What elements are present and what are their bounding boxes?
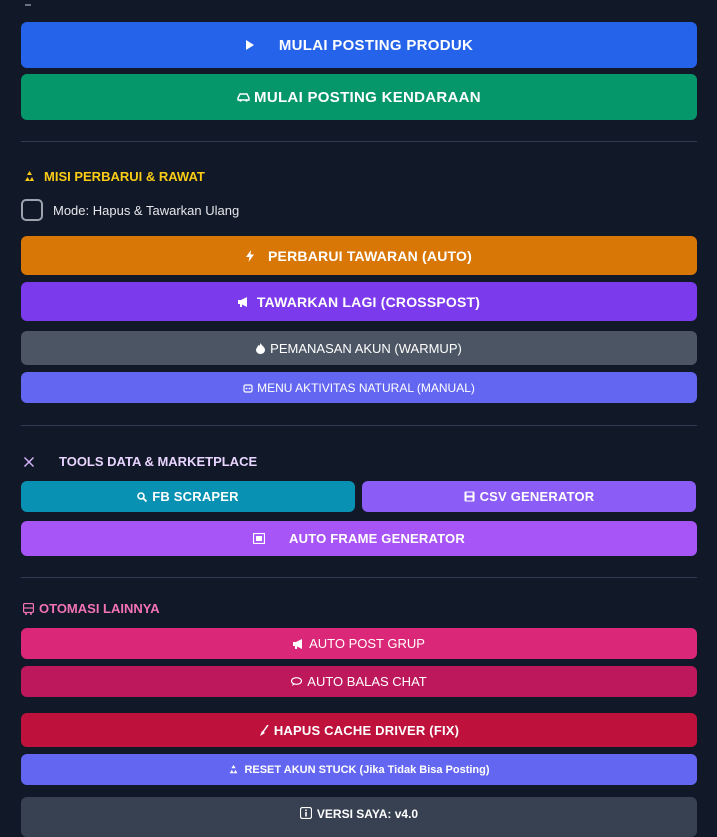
crosspost-label: TAWARKAN LAGI (CROSSPOST) (256, 293, 481, 310)
bus-icon (23, 602, 34, 615)
start-posting-product-button[interactable]: MULAI POSTING PRODUK (21, 22, 697, 68)
divider (21, 425, 697, 426)
save-icon (464, 491, 475, 502)
natural-activity-menu-label: MENU AKTIVITAS NATURAL (MANUAL) (257, 380, 475, 395)
car-icon (237, 92, 250, 102)
section-heading-misi-label: MISI PERBARUI & RAWAT (44, 169, 205, 184)
auto-post-group-button[interactable]: AUTO POST GRUP (21, 628, 697, 659)
natural-activity-menu-button[interactable]: MENU AKTIVITAS NATURAL (MANUAL) (21, 372, 697, 403)
top-scroll-edge (25, 0, 31, 6)
fb-scraper-button[interactable]: FB SCRAPER (21, 481, 355, 512)
start-posting-product-label: MULAI POSTING PRODUK (278, 36, 474, 54)
auto-reply-chat-button[interactable]: AUTO BALAS CHAT (21, 666, 697, 697)
warmup-account-button[interactable]: PEMANASAN AKUN (WARMUP) (21, 331, 697, 365)
section-heading-tools-label: TOOLS DATA & MARKETPLACE (59, 454, 258, 469)
auto-reply-chat-label: AUTO BALAS CHAT (307, 674, 427, 689)
fire-icon (256, 342, 266, 354)
section-heading-misi: MISI PERBARUI & RAWAT (23, 169, 205, 184)
version-button[interactable]: VERSI SAYA: v4.0 (21, 797, 697, 837)
info-icon (299, 807, 312, 819)
frame-icon (253, 533, 266, 544)
clear-cache-driver-label: HAPUS CACHE DRIVER (FIX) (273, 722, 460, 738)
divider (21, 577, 697, 578)
section-heading-tools: TOOLS DATA & MARKETPLACE (23, 454, 257, 469)
divider (21, 141, 697, 142)
section-heading-otomasi-label: OTOMASI LAINNYA (39, 601, 160, 616)
renew-offer-label: PERBARUI TAWARAN (AUTO) (268, 247, 472, 264)
fb-scraper-label: FB SCRAPER (152, 489, 239, 504)
broom-icon (259, 724, 269, 736)
mode-toggle-row[interactable]: Mode: Hapus & Tawarkan Ulang (21, 199, 239, 221)
lightning-icon (246, 249, 255, 262)
reset-stuck-account-button[interactable]: RESET AKUN STUCK (Jika Tidak Bisa Postin… (21, 754, 697, 785)
renew-offer-button[interactable]: PERBARUI TAWARAN (AUTO) (21, 236, 697, 275)
version-label: VERSI SAYA: v4.0 (316, 807, 419, 821)
start-posting-vehicle-button[interactable]: MULAI POSTING KENDARAAN (21, 74, 697, 120)
recycle-icon (23, 170, 36, 183)
robot-icon (243, 383, 253, 393)
speech-bubble-icon (291, 677, 303, 686)
mode-label: Mode: Hapus & Tawarkan Ulang (53, 202, 240, 218)
wrench-icon (23, 456, 35, 468)
recycle-icon (228, 764, 239, 775)
megaphone-icon (237, 296, 249, 307)
start-posting-vehicle-label: MULAI POSTING KENDARAAN (254, 88, 481, 106)
mode-checkbox[interactable] (21, 199, 43, 221)
auto-post-group-label: AUTO POST GRUP (309, 636, 425, 651)
crosspost-button[interactable]: TAWARKAN LAGI (CROSSPOST) (21, 282, 697, 321)
csv-generator-button[interactable]: CSV GENERATOR (362, 481, 696, 512)
warmup-account-label: PEMANASAN AKUN (WARMUP) (270, 340, 462, 356)
csv-generator-label: CSV GENERATOR (479, 489, 595, 504)
megaphone-icon (293, 638, 304, 649)
reset-stuck-account-label: RESET AKUN STUCK (Jika Tidak Bisa Postin… (244, 763, 490, 776)
clear-cache-driver-button[interactable]: HAPUS CACHE DRIVER (FIX) (21, 713, 697, 747)
section-heading-otomasi: OTOMASI LAINNYA (23, 601, 160, 616)
auto-frame-generator-button[interactable]: AUTO FRAME GENERATOR (21, 521, 697, 556)
play-icon (245, 40, 255, 50)
auto-frame-generator-label: AUTO FRAME GENERATOR (289, 531, 465, 546)
magnifier-icon (137, 491, 148, 502)
